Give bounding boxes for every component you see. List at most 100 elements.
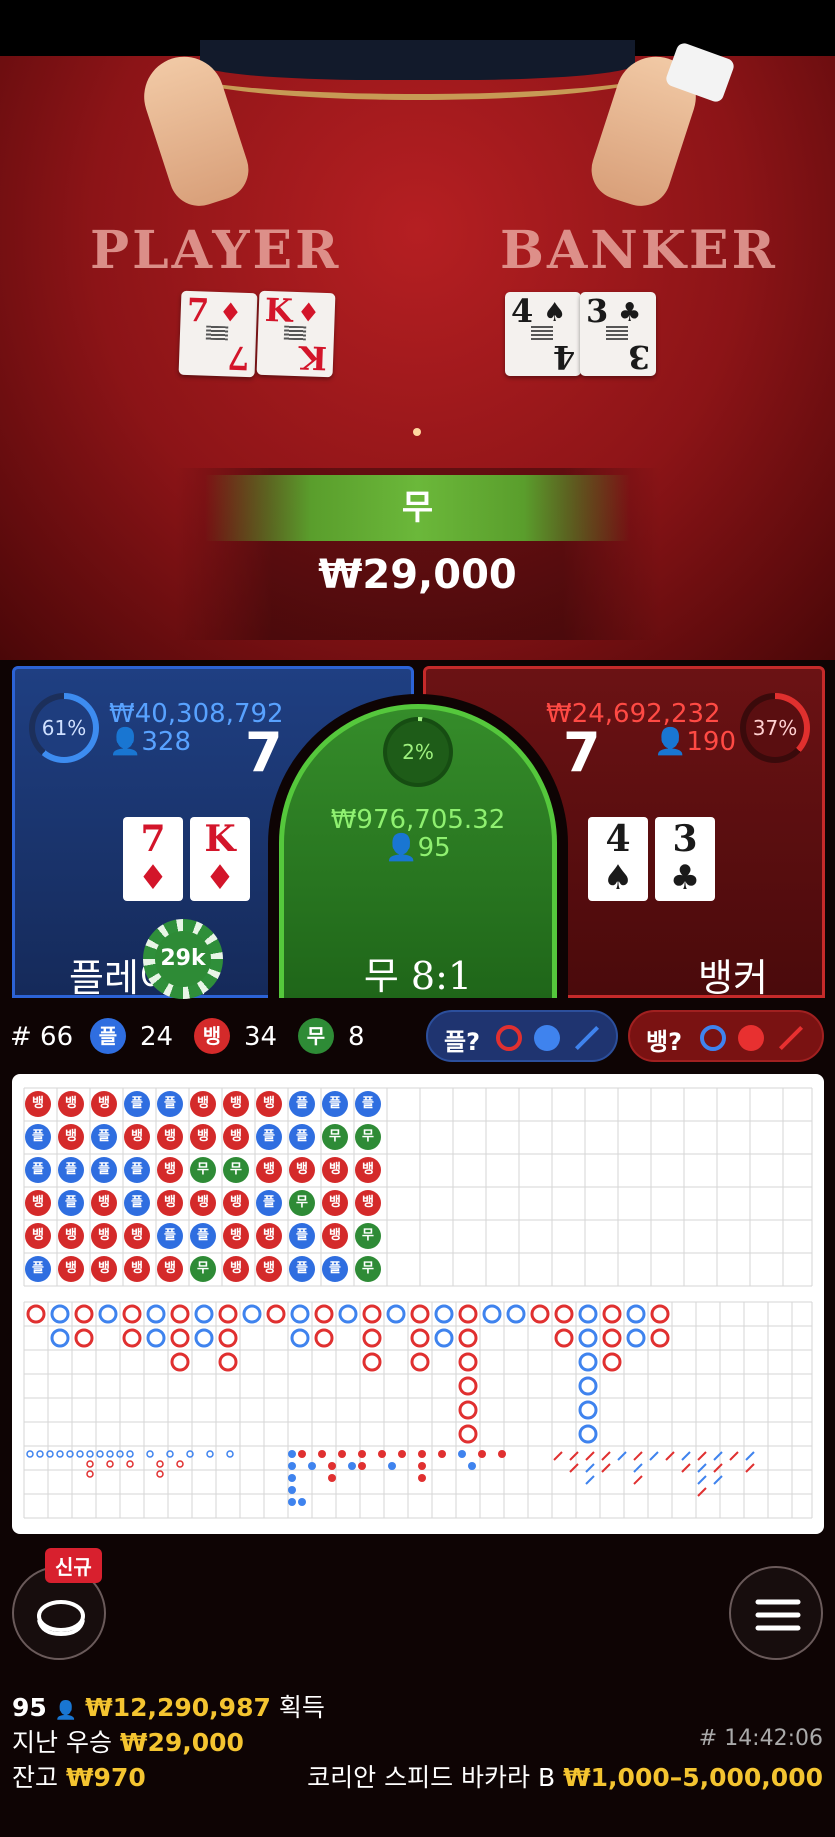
bead-road-cell: 플 [157, 1223, 183, 1249]
predict-big-road-icon [496, 1025, 522, 1051]
bead-road-cell: 플 [124, 1091, 150, 1117]
bead-road-cell: 뱅 [256, 1223, 282, 1249]
bead-road-cell: 플 [58, 1190, 84, 1216]
bead-road-cell: 무 [190, 1157, 216, 1183]
banker-predict-button[interactable]: 뱅? [628, 1010, 824, 1062]
player-bettors: 👤328 [109, 727, 192, 757]
table-card-banker-2: 3 ♣ 3 [580, 292, 656, 376]
winners-line: 95 👤 ₩12,290,987 획득 [12, 1688, 325, 1724]
player-predict-button[interactable]: 플? [426, 1010, 618, 1062]
bead-road-cell: 무 [190, 1256, 216, 1282]
bead-road-cell: 플 [25, 1157, 51, 1183]
bead-road-cell: 플 [190, 1223, 216, 1249]
person-icon: 👤 [654, 727, 687, 757]
person-icon: 👤 [109, 727, 142, 757]
scoreboard[interactable]: 뱅플플뱅뱅플뱅뱅플플뱅뱅뱅플플뱅뱅뱅플뱅플플뱅뱅플뱅뱅뱅플뱅뱅뱅무뱅플무뱅뱅무뱅… [12, 1074, 824, 1534]
bead-road-cell: 플 [25, 1124, 51, 1150]
bead-road-cell: 뱅 [256, 1256, 282, 1282]
bead-road-cell: 무 [355, 1256, 381, 1282]
last-win-line: 지난 우승 ₩29,000 [12, 1723, 244, 1759]
player-card-1: 7 ♦ [123, 817, 183, 901]
betting-area: 61% ₩40,308,792 👤328 7 7 ♦ K ♦ 플레이어 29k 37… [0, 660, 835, 1005]
bead-road-cell: 플 [124, 1157, 150, 1183]
bead-road-cell: 플 [256, 1124, 282, 1150]
chip-value: 29k [155, 931, 211, 987]
bead-road-cell: 뱅 [223, 1124, 249, 1150]
tie-count-badge: 무 [298, 1018, 334, 1054]
round-time: # 14:42:06 [698, 1726, 823, 1751]
bead-road-cell: 뱅 [190, 1124, 216, 1150]
bead-road-cell: 뱅 [91, 1223, 117, 1249]
balance-label: 잔고 [12, 1763, 59, 1792]
bead-road-cell: 뱅 [124, 1223, 150, 1249]
bead-road-cell: 뱅 [25, 1190, 51, 1216]
bead-road-cell: 무 [355, 1124, 381, 1150]
banker-bettors: 👤190 [654, 727, 737, 757]
tie-label: 무 8:1 [363, 954, 473, 998]
player-predict-label: 플? [444, 1028, 481, 1056]
banker-card-2: 3 ♣ [655, 817, 715, 901]
bead-road-cell: 뱅 [322, 1223, 348, 1249]
last-win-label: 지난 우승 [12, 1728, 112, 1757]
bead-road-cell: 뱅 [25, 1091, 51, 1117]
bead-road-cell: 플 [289, 1124, 315, 1150]
predict-cockroach-icon [778, 1025, 804, 1051]
table-rim [170, 40, 665, 100]
bead-road-cell: 뱅 [91, 1091, 117, 1117]
bead-road-cell: 뱅 [157, 1256, 183, 1282]
bead-road-cell: 뱅 [190, 1091, 216, 1117]
banker-count-badge: 뱅 [194, 1018, 230, 1054]
hamburger-menu-icon [755, 1599, 801, 1631]
bet-limits: ₩1,000–5,000,000 [563, 1763, 823, 1792]
banker-percent-ring: 37% [740, 693, 810, 763]
bead-road-cell: 뱅 [91, 1256, 117, 1282]
game-info: 코리안 스피드 바카라 B ₩1,000–5,000,000 [307, 1758, 823, 1794]
bead-road-cell: 뱅 [58, 1091, 84, 1117]
player-count: 24 [140, 1022, 174, 1052]
bead-road-cell: 플 [25, 1256, 51, 1282]
tie-percent: 2% [402, 740, 434, 764]
bead-road-cell: 플 [289, 1223, 315, 1249]
bead-road-cell: 뱅 [223, 1223, 249, 1249]
player-card-2: K ♦ [190, 817, 250, 901]
bead-road-cell: 뱅 [25, 1223, 51, 1249]
game-name: 코리안 스피드 바카라 B [307, 1763, 556, 1792]
result-label: 무 [205, 475, 630, 541]
bead-road: 뱅플플뱅뱅플뱅뱅플플뱅뱅뱅플플뱅뱅뱅플뱅플플뱅뱅플뱅뱅뱅플뱅뱅뱅무뱅플무뱅뱅무뱅… [22, 1088, 824, 1288]
menu-button[interactable] [729, 1566, 823, 1660]
tie-count: 8 [348, 1022, 365, 1052]
stats-row: # 66 플 24 뱅 34 무 8 플? 뱅? [0, 1008, 835, 1064]
tie-total: ₩976,705.32 [330, 805, 506, 835]
bead-road-cell: 플 [157, 1091, 183, 1117]
bead-road-cell: 무 [355, 1223, 381, 1249]
new-badge: 신규 [45, 1548, 102, 1583]
table-card-player-2: K ♦ K [256, 290, 336, 378]
player-count-badge: 플 [90, 1018, 126, 1054]
player-percent-ring: 61% [29, 693, 99, 763]
bead-road-cell: 뱅 [289, 1157, 315, 1183]
bead-road-cell: 플 [124, 1190, 150, 1216]
bead-road-cell: 뱅 [58, 1223, 84, 1249]
bead-road-cell: 뱅 [223, 1256, 249, 1282]
banker-percent: 37% [752, 716, 798, 740]
bead-road-cell: 뱅 [157, 1157, 183, 1183]
tie-bettors: 👤95 [385, 833, 451, 863]
predict-small-road-icon [534, 1025, 560, 1051]
bead-road-cell: 플 [58, 1157, 84, 1183]
bet-chip[interactable]: 29k [143, 919, 223, 999]
bead-road-cell: 뱅 [256, 1091, 282, 1117]
bead-road-cell: 뱅 [157, 1190, 183, 1216]
bead-road-cell: 뱅 [58, 1256, 84, 1282]
banker-score: 7 [563, 721, 601, 784]
bead-road-cell: 플 [289, 1091, 315, 1117]
last-win-amount: ₩29,000 [119, 1728, 244, 1757]
bead-road-cell: 뱅 [124, 1124, 150, 1150]
player-score: 7 [245, 721, 283, 784]
table-player-label: PLAYER [90, 220, 342, 281]
bead-road-cell: 플 [322, 1256, 348, 1282]
winners-suffix: 획득 [278, 1693, 325, 1722]
person-icon: 👤 [385, 833, 418, 863]
tie-percent-ring: 2% [383, 717, 453, 787]
tie-bet-spot[interactable]: 2% ₩976,705.32 👤95 무 8:1 [279, 704, 557, 998]
banker-card-1: 4 ♠ [588, 817, 648, 901]
